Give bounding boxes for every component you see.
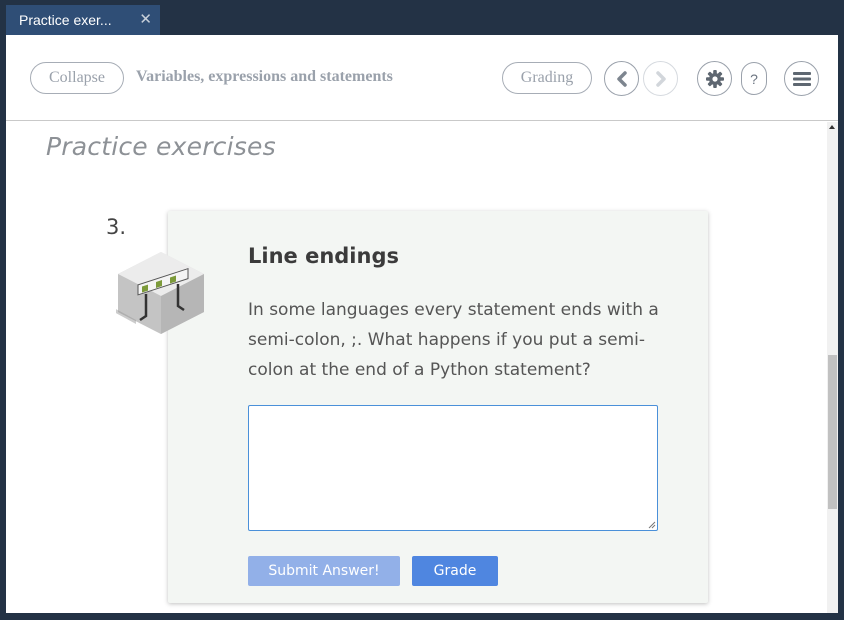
- submit-answer-button[interactable]: Submit Answer!: [248, 556, 400, 586]
- toolbar: Collapse Variables, expressions and stat…: [6, 35, 838, 121]
- barrier-cube-icon: [116, 252, 204, 334]
- chevron-right-icon: [655, 70, 666, 87]
- close-icon[interactable]: ✕: [139, 10, 152, 28]
- menu-button[interactable]: [784, 61, 819, 96]
- exercise-card: Line endings In some languages every sta…: [168, 211, 708, 603]
- gear-icon: [705, 69, 724, 88]
- exercise-number: 3.: [106, 215, 127, 239]
- next-button[interactable]: [643, 61, 678, 96]
- tab-practice-exercises[interactable]: Practice exer... ✕: [6, 5, 160, 35]
- help-button[interactable]: ?: [741, 62, 767, 95]
- answer-textarea[interactable]: [248, 405, 658, 531]
- chevron-left-icon: [616, 70, 627, 87]
- hamburger-menu-icon: [792, 71, 811, 86]
- section-title: Practice exercises: [46, 132, 276, 161]
- exercise-question: In some languages every statement ends w…: [248, 300, 659, 380]
- previous-button[interactable]: [604, 61, 639, 96]
- grading-button[interactable]: Grading: [502, 62, 592, 94]
- grade-button[interactable]: Grade: [412, 556, 498, 586]
- settings-button[interactable]: [697, 61, 732, 96]
- chapter-title: Variables, expressions and statements: [136, 68, 393, 85]
- tab-bar: Practice exer... ✕: [0, 0, 844, 35]
- scrollbar[interactable]: [827, 122, 838, 613]
- tab-label: Practice exer...: [19, 12, 112, 28]
- main-window: Collapse Variables, expressions and stat…: [6, 35, 838, 613]
- exercise-title: Line endings: [248, 244, 399, 268]
- content-area: Practice exercises 3. Line endings In so…: [6, 122, 826, 613]
- collapse-button[interactable]: Collapse: [30, 62, 124, 94]
- scrollbar-thumb[interactable]: [828, 355, 837, 509]
- resize-grip-icon[interactable]: [648, 521, 656, 529]
- scroll-up-arrow-icon[interactable]: [829, 125, 835, 129]
